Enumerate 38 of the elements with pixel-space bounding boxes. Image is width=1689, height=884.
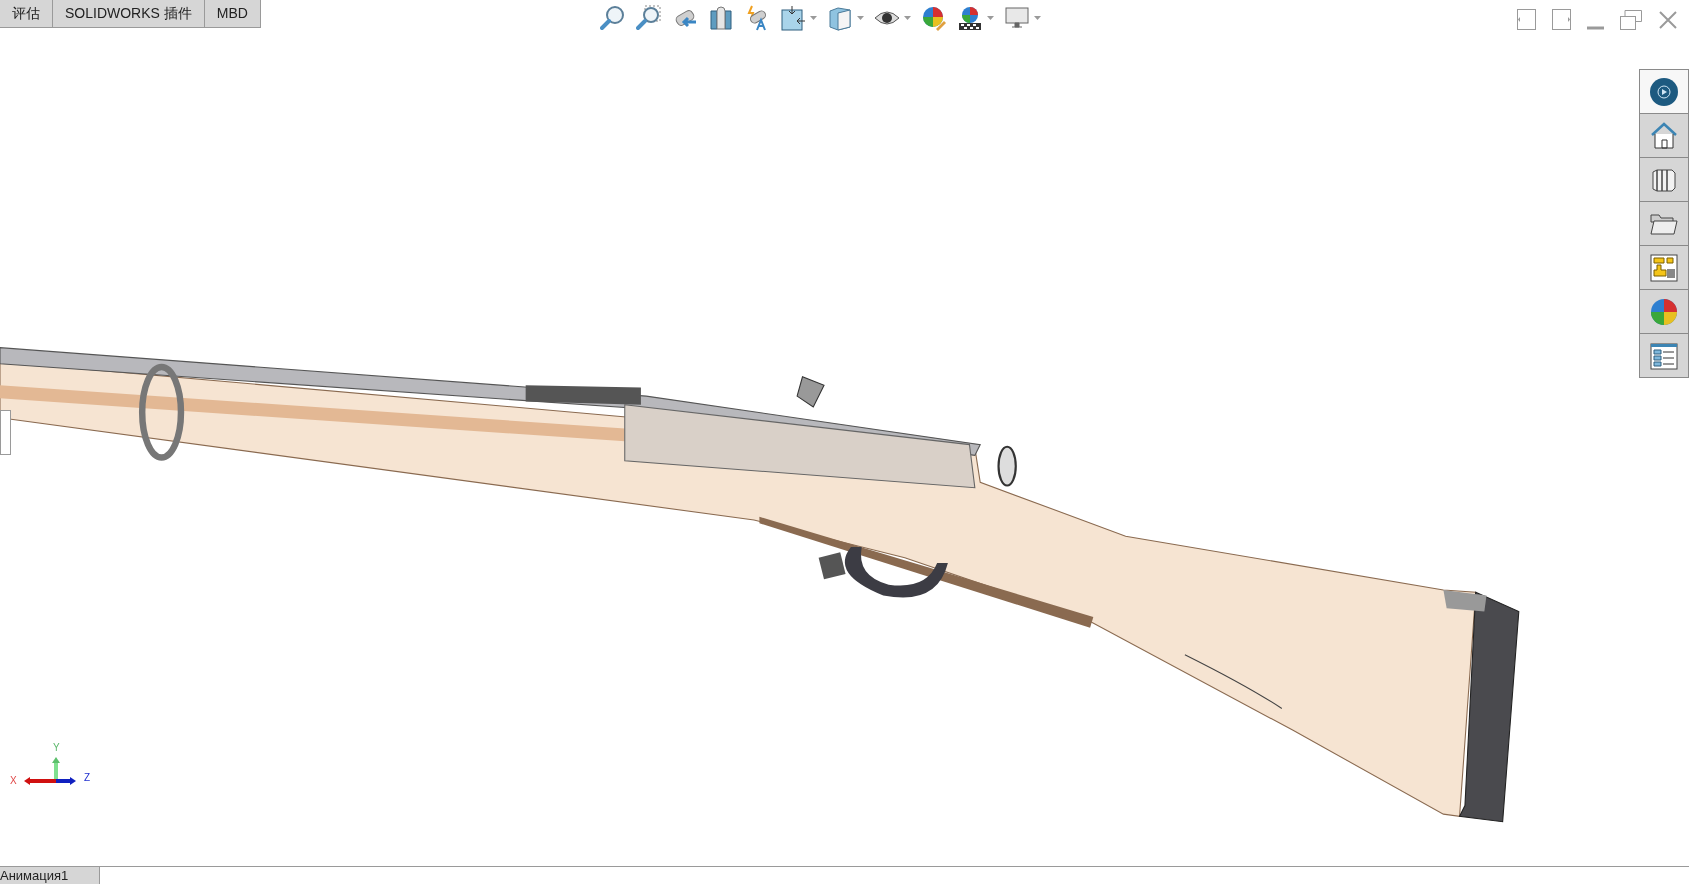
caret-icon[interactable]	[810, 16, 817, 20]
axis-label: Y	[53, 743, 60, 753]
scene-icon[interactable]	[957, 5, 983, 31]
monitor-icon[interactable]	[1004, 5, 1030, 31]
task-pane-tab[interactable]	[1639, 69, 1689, 114]
task-pane-tab[interactable]	[1639, 113, 1689, 158]
restore-icon[interactable]	[1620, 9, 1643, 30]
task-pane-tab[interactable]	[1639, 333, 1689, 378]
view-orientation-icon[interactable]	[780, 5, 806, 31]
zoom-icon[interactable]	[600, 5, 626, 31]
caret-icon[interactable]	[1034, 16, 1041, 20]
task-pane-tab[interactable]	[1639, 289, 1689, 334]
caret-icon[interactable]	[857, 16, 864, 20]
caret-icon[interactable]	[987, 16, 994, 20]
caret-icon[interactable]	[904, 16, 911, 20]
home-icon	[1649, 120, 1679, 151]
cube-icon[interactable]	[827, 5, 853, 31]
resources-icon	[1649, 76, 1679, 107]
close-icon[interactable]	[1659, 10, 1677, 29]
axis-label: Z	[84, 773, 91, 783]
task-pane-tab[interactable]	[1639, 157, 1689, 202]
properties-icon	[1649, 340, 1679, 371]
side-handle[interactable]	[0, 410, 11, 455]
dock-right-icon[interactable]	[1552, 9, 1571, 30]
ribbon-tab[interactable]: 评估	[0, 0, 53, 27]
ribbon-tab[interactable]: MBD	[204, 0, 261, 27]
task-pane-tab[interactable]	[1639, 201, 1689, 246]
animation-tab[interactable]: Анимация1	[0, 867, 100, 884]
color-ball-icon[interactable]	[921, 5, 947, 31]
section-view-icon[interactable]	[708, 5, 734, 31]
dock-left-icon[interactable]	[1517, 9, 1536, 30]
task-pane-tab[interactable]	[1639, 245, 1689, 290]
axis-label: X	[10, 776, 17, 786]
rear-peep-sight	[997, 445, 1017, 487]
view-palette-icon	[1649, 252, 1679, 283]
zoom-area-icon[interactable]	[636, 5, 662, 31]
ribbon-tab[interactable]: SOLIDWORKS 插件	[53, 0, 205, 27]
appearance-icon	[1649, 296, 1679, 327]
